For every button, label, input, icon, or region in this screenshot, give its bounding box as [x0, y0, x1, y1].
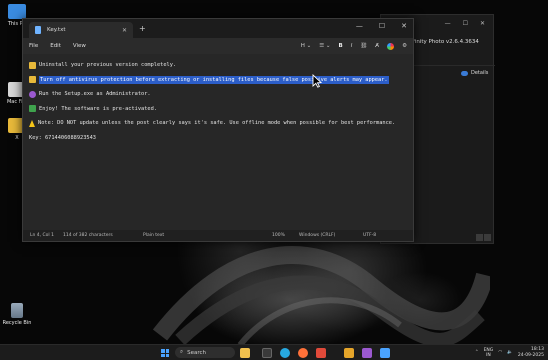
- text-line-selected: Turn off antivirus protection before ext…: [29, 73, 407, 88]
- region-code: IN: [486, 352, 491, 358]
- line-text: Turn off antivirus protection before ext…: [39, 75, 389, 84]
- status-zoom: 100%: [272, 233, 285, 238]
- notepad-taskbar-icon[interactable]: [380, 348, 390, 358]
- photos-icon[interactable]: [362, 348, 372, 358]
- copilot-icon[interactable]: [387, 42, 395, 50]
- format-toolbar: H ⌄ ☰ ⌄ B I ⛓ A̸ ⚙: [301, 38, 407, 54]
- computer-icon: [8, 4, 26, 19]
- start-button[interactable]: [161, 349, 169, 357]
- scroll-buttons: [476, 234, 491, 241]
- store-icon[interactable]: [316, 348, 326, 358]
- window-controls: — ☐ ✕: [356, 22, 407, 30]
- details-label: Details: [471, 70, 489, 76]
- terminal-icon[interactable]: [262, 348, 272, 358]
- taskbar-search[interactable]: ⌕ Search: [175, 347, 235, 358]
- text-line: Uninstall your previous version complete…: [29, 58, 407, 73]
- new-tab-button[interactable]: +: [139, 24, 146, 33]
- line-text: Enjoy! The software is pre-activated.: [39, 105, 157, 112]
- scroll-button[interactable]: [484, 234, 491, 241]
- text-line: Note: DO NOT update unless the post clea…: [29, 116, 407, 131]
- clear-format-icon[interactable]: A̸: [375, 43, 379, 49]
- file-explorer-icon[interactable]: [240, 348, 250, 358]
- italic-button[interactable]: I: [351, 43, 353, 49]
- notepad-titlebar: Key.txt ✕ + — ☐ ✕: [23, 19, 413, 38]
- maximize-button[interactable]: ☐: [463, 20, 468, 27]
- folder-emoji-icon: [29, 61, 36, 69]
- minimize-button[interactable]: —: [445, 20, 451, 27]
- line-text: Uninstall your previous version complete…: [39, 62, 177, 69]
- search-icon: ⌕: [180, 349, 184, 355]
- folder-emoji-icon: [29, 76, 36, 84]
- toggle-icon: [461, 70, 468, 76]
- menu-view[interactable]: View: [73, 43, 86, 49]
- link-icon[interactable]: ⛓: [360, 43, 367, 49]
- line-text: Note: DO NOT update unless the post clea…: [38, 120, 396, 127]
- start-logo-tile: [161, 353, 165, 357]
- close-button[interactable]: ✕: [401, 22, 407, 30]
- chevron-up-icon[interactable]: ⌃: [475, 350, 479, 355]
- scroll-button[interactable]: [476, 234, 483, 241]
- status-bar: Ln 4, Col 1 114 of 382 characters Plain …: [23, 230, 413, 241]
- start-logo-tile: [165, 353, 169, 357]
- line-text: Key: 6714406088923543: [29, 134, 96, 141]
- mouse-cursor-icon: [312, 74, 322, 88]
- notepad-window[interactable]: Key.txt ✕ + — ☐ ✕ File Edit View H ⌄ ☰ ⌄…: [22, 18, 414, 242]
- wifi-icon[interactable]: ◠: [498, 350, 502, 355]
- check-emoji-icon: [29, 105, 36, 113]
- close-button[interactable]: ✕: [480, 20, 485, 27]
- status-selection: 114 of 382 characters: [63, 233, 113, 238]
- menu-bar: File Edit View H ⌄ ☰ ⌄ B I ⛓ A̸ ⚙: [23, 38, 413, 54]
- desktop-icon-label: Recycle Bin: [2, 320, 32, 326]
- status-encoding: UTF-8: [363, 233, 377, 238]
- clock[interactable]: 18:13 24-09-2025: [518, 347, 544, 358]
- taskbar: ⌕ Search ⌃ ENG IN ◠ 🔈 18:13 24-09-2025: [0, 344, 548, 360]
- tab-key-txt[interactable]: Key.txt ✕: [29, 22, 133, 38]
- heading-dropdown[interactable]: H ⌄: [301, 43, 312, 49]
- list-dropdown[interactable]: ☰ ⌄: [319, 43, 330, 49]
- menu-edit[interactable]: Edit: [50, 43, 61, 49]
- rh-app-icon[interactable]: [344, 348, 354, 358]
- text-editor[interactable]: Uninstall your previous version complete…: [23, 54, 413, 231]
- search-placeholder: Search: [187, 349, 206, 356]
- rocket-emoji-icon: [29, 90, 36, 98]
- recycle-bin-icon: [11, 303, 23, 318]
- tab-close-button[interactable]: ✕: [122, 27, 127, 34]
- warning-emoji-icon: [29, 119, 35, 127]
- text-line: Enjoy! The software is pre-activated.: [29, 102, 407, 117]
- maximize-button[interactable]: ☐: [379, 22, 385, 30]
- line-text: Run the Setup.exe as Administrator.: [39, 91, 151, 98]
- clock-time: 18:13: [531, 347, 544, 352]
- details-toggle[interactable]: Details: [461, 70, 488, 76]
- tab-title: Key.txt: [47, 27, 66, 33]
- notepad-icon: [35, 26, 41, 34]
- volume-icon[interactable]: 🔈: [507, 350, 513, 355]
- status-format: Plain text: [143, 233, 165, 238]
- start-logo-tile: [165, 349, 169, 353]
- bold-button[interactable]: B: [338, 43, 342, 49]
- system-tray: ⌃ ENG IN ◠ 🔈 18:13 24-09-2025: [475, 347, 544, 358]
- clock-date: 24-09-2025: [517, 352, 544, 358]
- settings-gear-icon[interactable]: ⚙: [402, 43, 407, 49]
- status-position: Ln 4, Col 1: [30, 233, 54, 238]
- desktop-icon-recycle-bin[interactable]: Recycle Bin: [0, 303, 34, 326]
- status-line-ending: Windows (CRLF): [299, 233, 336, 238]
- language-indicator[interactable]: ENG IN: [484, 348, 494, 358]
- text-line-key: Key: 6714406088923543: [29, 131, 407, 146]
- window-title: ffinity Photo v2.6.4.3634: [411, 39, 479, 45]
- start-logo-tile: [161, 349, 165, 353]
- text-line: Run the Setup.exe as Administrator.: [29, 87, 407, 102]
- firefox-icon[interactable]: [298, 348, 308, 358]
- edge-icon[interactable]: [280, 348, 290, 358]
- minimize-button[interactable]: —: [356, 22, 363, 30]
- menu-file[interactable]: File: [29, 43, 38, 49]
